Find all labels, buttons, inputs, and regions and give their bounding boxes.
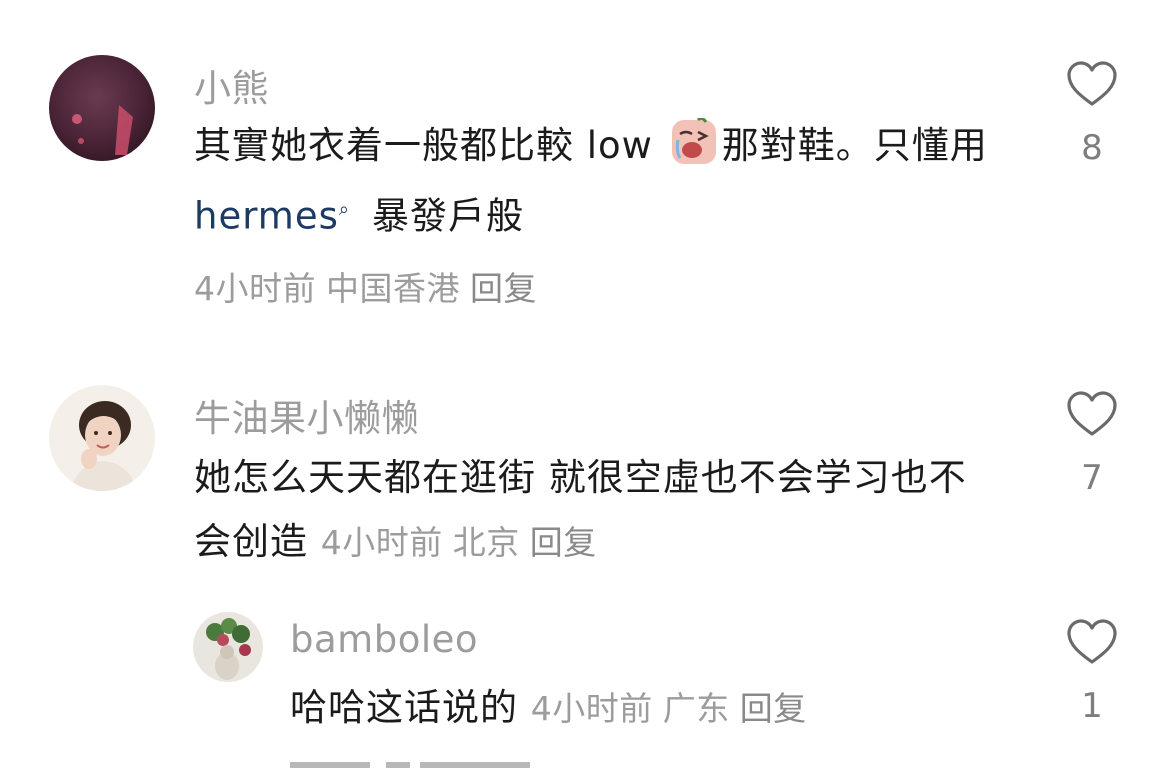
search-link[interactable]: hermes: [194, 194, 339, 237]
timestamp: 4小时前: [530, 689, 653, 728]
timestamp: 4小时前: [194, 269, 316, 308]
location: 广东: [662, 689, 730, 728]
like-button[interactable]: 1: [1062, 618, 1122, 726]
comment-meta: 4小时前 北京 回复: [321, 523, 607, 562]
avatar[interactable]: [193, 612, 263, 682]
like-count: 8: [1081, 128, 1103, 168]
timestamp: 4小时前: [320, 523, 443, 562]
like-count: 7: [1081, 458, 1103, 498]
heart-icon[interactable]: [1066, 60, 1118, 108]
avatar[interactable]: [49, 55, 155, 161]
comment-meta: 4小时前 中国香港 回复: [194, 262, 547, 310]
username[interactable]: 小熊: [194, 58, 269, 112]
location: 北京: [452, 523, 520, 562]
comment-text-part: 暴發戶般: [371, 194, 524, 238]
like-count: 1: [1081, 686, 1103, 726]
username[interactable]: 牛油果小懒懒: [194, 388, 419, 442]
reply-button[interactable]: 回复: [740, 689, 807, 728]
reply-button[interactable]: 回复: [530, 523, 597, 562]
avatar[interactable]: [49, 385, 155, 491]
search-icon[interactable]: ⌕: [339, 199, 350, 220]
comment-meta: 4小时前 广东 回复: [531, 689, 817, 728]
comment-text-part: 那對鞋。只懂用: [721, 124, 988, 167]
like-button[interactable]: 7: [1062, 390, 1122, 498]
reply-button[interactable]: 回复: [470, 269, 537, 308]
comment-text: 她怎么天天都在逛街 就很空虛也不会学习也不会创造 4小时前 北京 回复: [194, 446, 984, 575]
cut-off-text: [290, 762, 550, 772]
comment-text-part: 其實她衣着一般都比較 low: [194, 124, 666, 167]
comment-text-part: 哈哈这话说的: [290, 686, 531, 729]
heart-icon[interactable]: [1066, 390, 1118, 438]
username[interactable]: bamboleo: [290, 618, 478, 661]
comment-text: 其實她衣着一般都比較 low 那對鞋。只懂用 hermes⌕ 暴發戶般: [194, 114, 994, 248]
like-button[interactable]: 8: [1062, 60, 1122, 168]
heart-icon[interactable]: [1066, 618, 1118, 666]
comment-text: 哈哈这话说的 4小时前 广东 回复: [290, 676, 990, 741]
location: 中国香港: [326, 269, 460, 308]
crying-face-icon: [670, 116, 718, 166]
